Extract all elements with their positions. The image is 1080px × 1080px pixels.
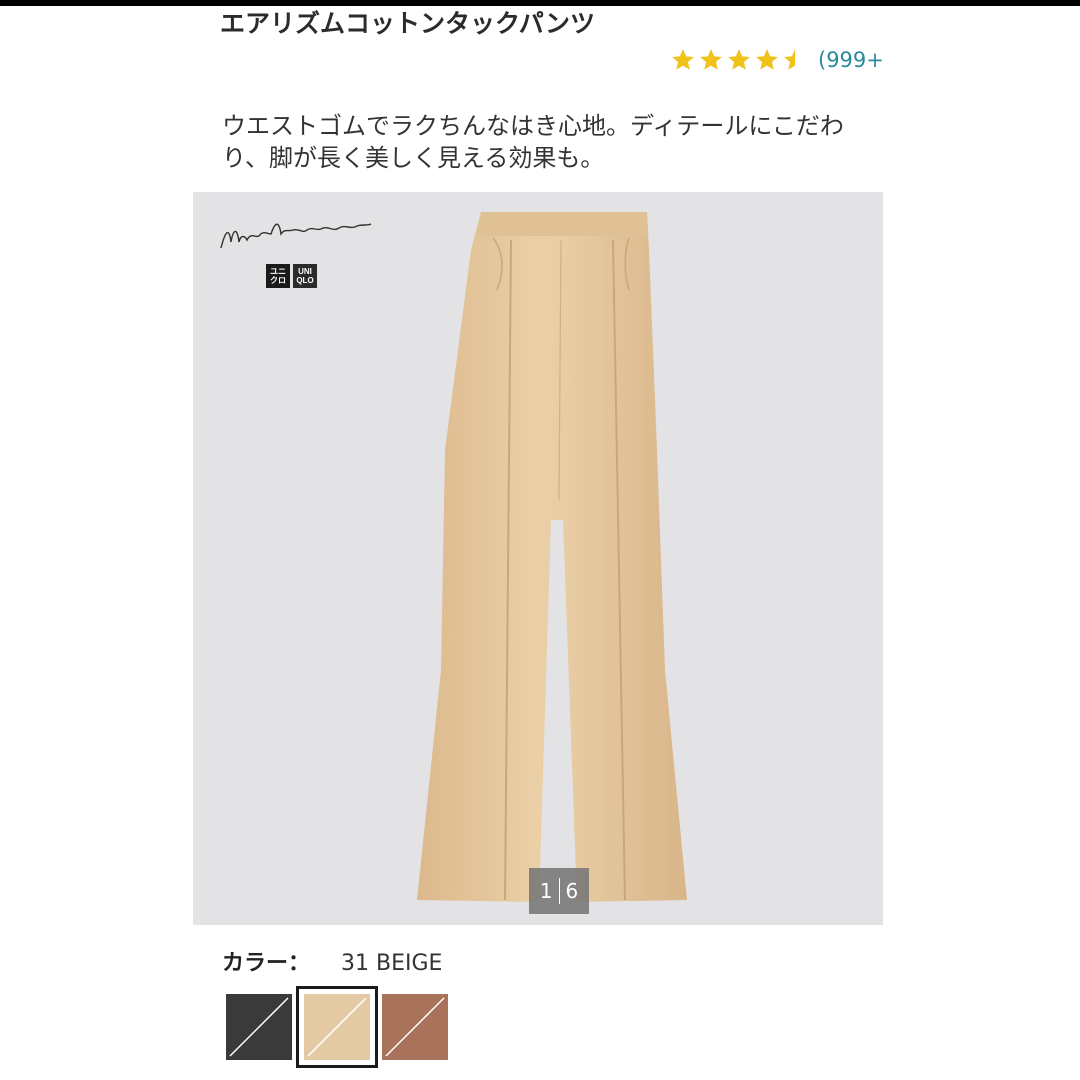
- swatch-brown-fill: [382, 994, 448, 1060]
- swatch-black[interactable]: [226, 994, 292, 1060]
- uniqlo-logo: ユニ クロ UNI QLO: [266, 264, 317, 288]
- pager-total: 6: [565, 879, 579, 903]
- product-image-pants: [417, 212, 687, 902]
- pager-separator: [558, 878, 560, 904]
- product-description: ウエストゴムでラクちんなはき心地。ディテールにこだわり、脚が長く美しく見える効果…: [222, 112, 844, 172]
- logo-latin: UNI QLO: [293, 264, 317, 288]
- color-selection-row: カラー： 31 BEIGE: [222, 945, 442, 977]
- review-count-link[interactable]: (999+: [818, 48, 884, 72]
- pager-current: 1: [539, 879, 553, 903]
- product-image-gallery[interactable]: ユニ クロ UNI QLO 1 6: [193, 192, 883, 925]
- designer-signature-logo: [220, 223, 372, 249]
- half-star-icon: [784, 49, 795, 70]
- star-icon: [756, 49, 778, 70]
- swatch-black-fill: [226, 994, 292, 1060]
- rating-row[interactable]: (999+: [670, 44, 885, 76]
- logo-katakana: ユニ クロ: [266, 264, 290, 288]
- color-swatches: [226, 986, 448, 1068]
- star-icon: [700, 49, 722, 70]
- color-label: カラー：: [222, 951, 311, 976]
- image-pager[interactable]: 1 6: [529, 868, 589, 914]
- swatch-beige-fill: [304, 994, 370, 1060]
- star-icon: [672, 49, 694, 70]
- rating-stars: [670, 47, 808, 73]
- selected-color-value: 31 BEIGE: [341, 951, 443, 976]
- product-title: エアリズムコットンタックパンツ: [220, 9, 596, 38]
- swatch-beige[interactable]: [296, 986, 378, 1068]
- star-icon: [728, 49, 750, 70]
- swatch-brown[interactable]: [382, 994, 448, 1060]
